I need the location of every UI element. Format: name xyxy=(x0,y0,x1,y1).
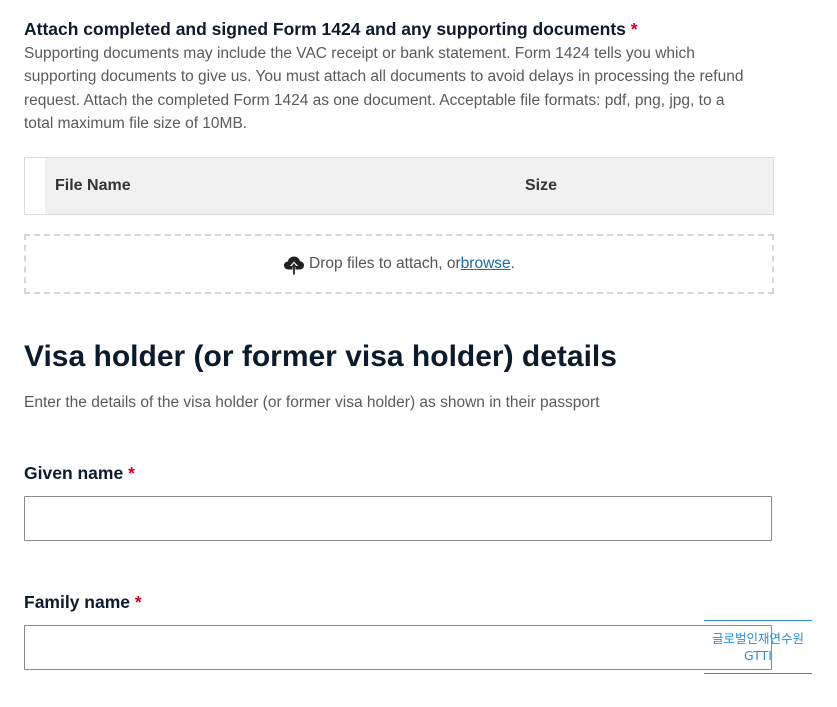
column-header-file-name: File Name xyxy=(55,177,131,194)
browse-link[interactable]: browse xyxy=(461,255,511,273)
attachments-table: File Name Size xyxy=(24,157,774,215)
watermark-logo: 글로벌인재연수원 GTTI xyxy=(704,620,812,674)
required-marker: * xyxy=(128,463,135,483)
visa-holder-section-title: Visa holder (or former visa holder) deta… xyxy=(24,340,617,373)
attachments-table-header: File Name Size xyxy=(45,158,773,214)
attachments-help-text: Supporting documents may include the VAC… xyxy=(24,45,744,132)
column-header-size: Size xyxy=(525,177,558,194)
dropzone-text: Drop files to attach, or xyxy=(309,255,461,272)
attachments-title: Attach completed and signed Form 1424 an… xyxy=(24,18,774,40)
cloud-upload-icon xyxy=(283,255,305,275)
family-name-label: Family name * xyxy=(24,592,142,613)
family-name-input[interactable] xyxy=(24,625,772,670)
watermark-line1: 글로벌인재연수원 xyxy=(711,631,804,646)
required-marker: * xyxy=(630,19,638,39)
given-name-label: Given name * xyxy=(24,463,135,484)
visa-holder-description: Enter the details of the visa holder (or… xyxy=(24,394,600,411)
dropzone-suffix: . xyxy=(510,255,515,272)
given-name-label-text: Given name xyxy=(24,463,124,483)
attachments-title-text: Attach completed and signed Form 1424 an… xyxy=(24,19,626,39)
file-dropzone[interactable]: Drop files to attach, or browse . xyxy=(24,234,774,294)
watermark-line2: GTTI xyxy=(744,648,772,663)
given-name-input[interactable] xyxy=(24,496,772,541)
required-marker: * xyxy=(134,592,142,612)
family-name-label-text: Family name xyxy=(24,592,131,612)
attachments-section: Attach completed and signed Form 1424 an… xyxy=(24,18,774,294)
form-page: Attach completed and signed Form 1424 an… xyxy=(24,18,774,670)
